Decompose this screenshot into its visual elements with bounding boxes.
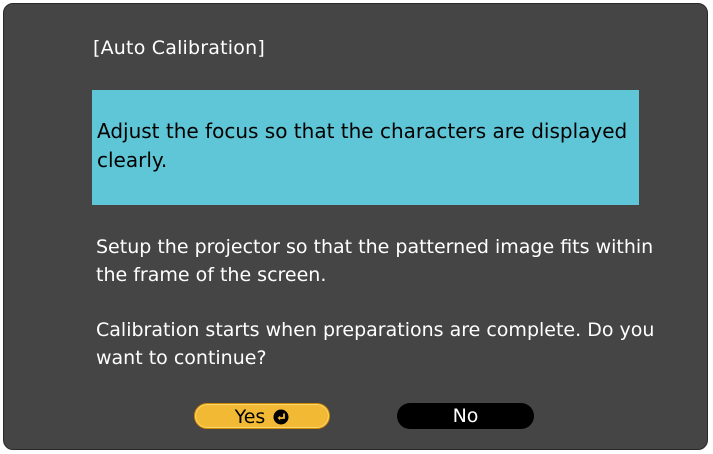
yes-button[interactable]: Yes — [194, 403, 330, 429]
no-button-label: No — [452, 405, 479, 427]
dialog-title: [Auto Calibration] — [93, 37, 265, 59]
setup-instruction-text: Setup the projector so that the patterne… — [96, 236, 654, 286]
auto-calibration-dialog: [Auto Calibration] Adjust the focus so t… — [3, 3, 708, 450]
yes-button-label: Yes — [234, 406, 266, 428]
enter-icon — [273, 406, 289, 425]
focus-notice-box: Adjust the focus so that the characters … — [92, 90, 639, 205]
continue-question-text: Calibration starts when preparations are… — [96, 319, 655, 369]
focus-notice-text: Adjust the focus so that the characters … — [97, 119, 628, 172]
no-button[interactable]: No — [397, 403, 534, 429]
